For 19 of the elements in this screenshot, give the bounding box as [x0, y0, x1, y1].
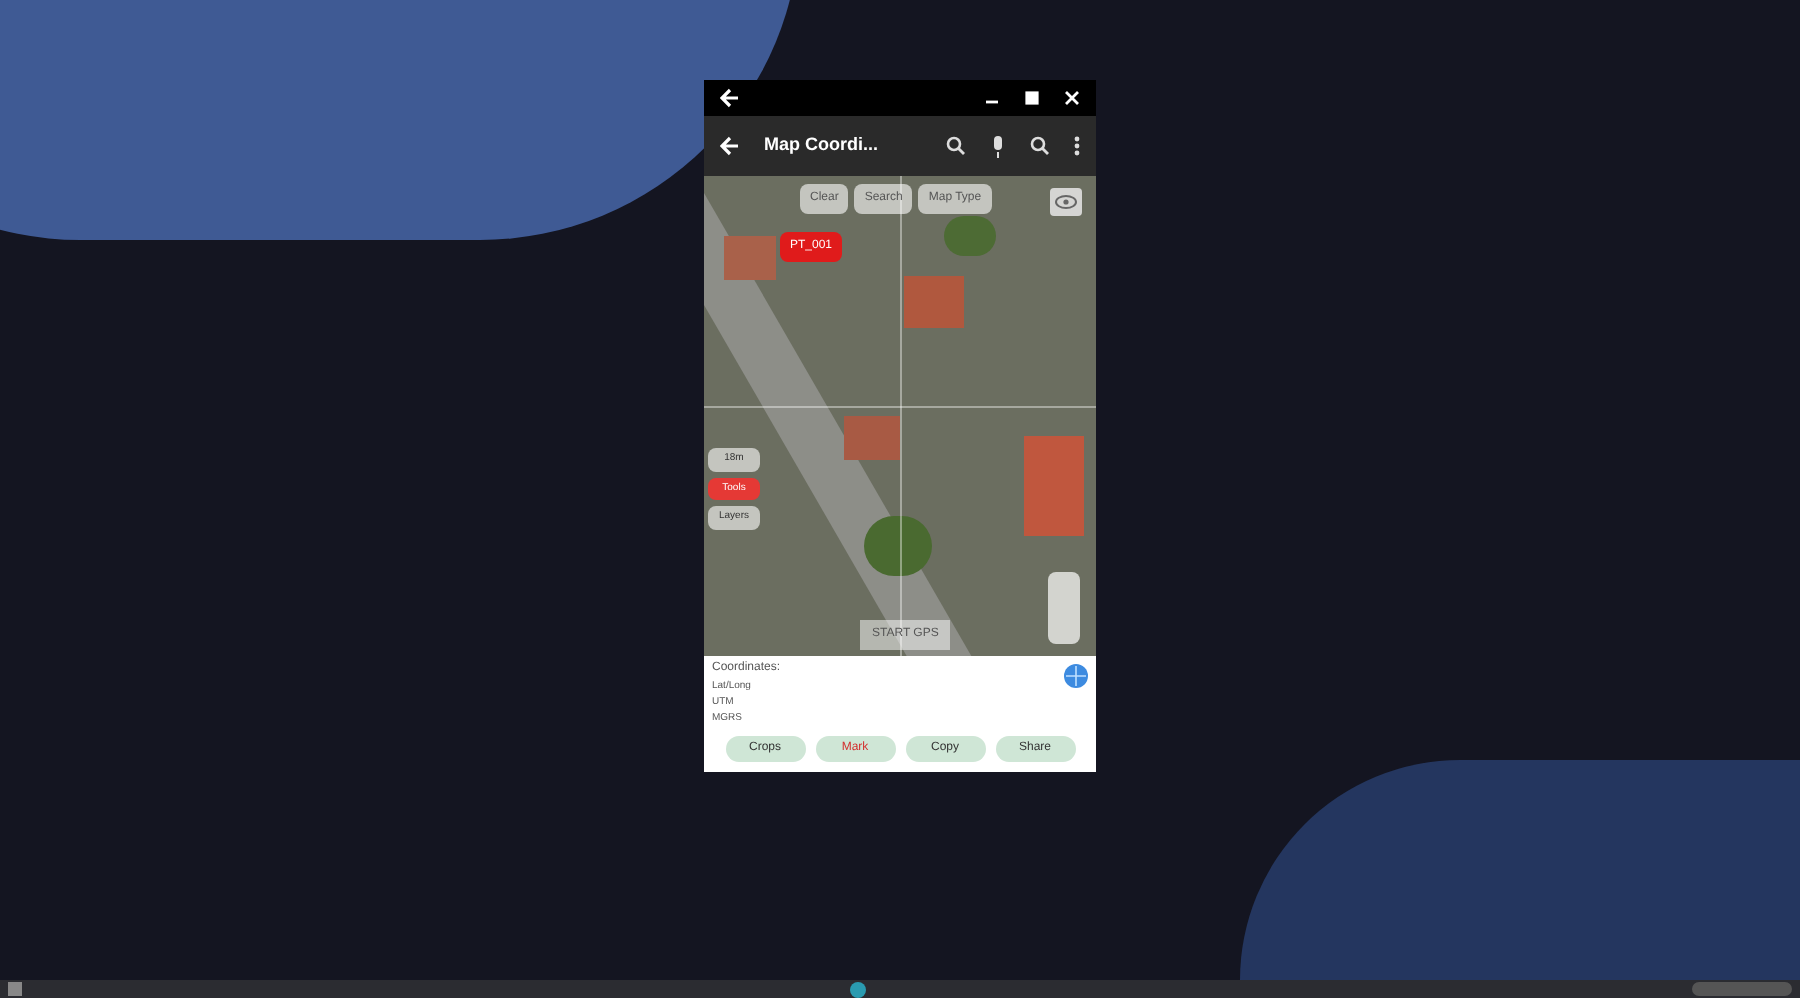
roof — [1024, 436, 1084, 536]
tree — [944, 216, 996, 256]
eye-icon[interactable] — [1050, 188, 1082, 216]
back-arrow-icon[interactable] — [720, 88, 740, 108]
more-menu-icon[interactable] — [1074, 136, 1080, 156]
app-icon[interactable] — [849, 981, 865, 997]
globe-icon[interactable] — [1064, 664, 1088, 688]
roof — [844, 416, 900, 460]
search-icon[interactable] — [946, 136, 966, 156]
close-icon[interactable] — [1064, 90, 1080, 106]
tree — [864, 516, 932, 576]
zoom-icon[interactable] — [1030, 136, 1050, 156]
maximize-icon[interactable] — [1024, 90, 1040, 106]
zoom-control[interactable] — [1048, 572, 1080, 644]
back-arrow-icon[interactable] — [720, 136, 740, 156]
roof — [904, 276, 964, 328]
app-title: Map Coordi... — [764, 132, 880, 159]
microphone-icon[interactable] — [990, 135, 1006, 157]
roof — [724, 236, 776, 280]
